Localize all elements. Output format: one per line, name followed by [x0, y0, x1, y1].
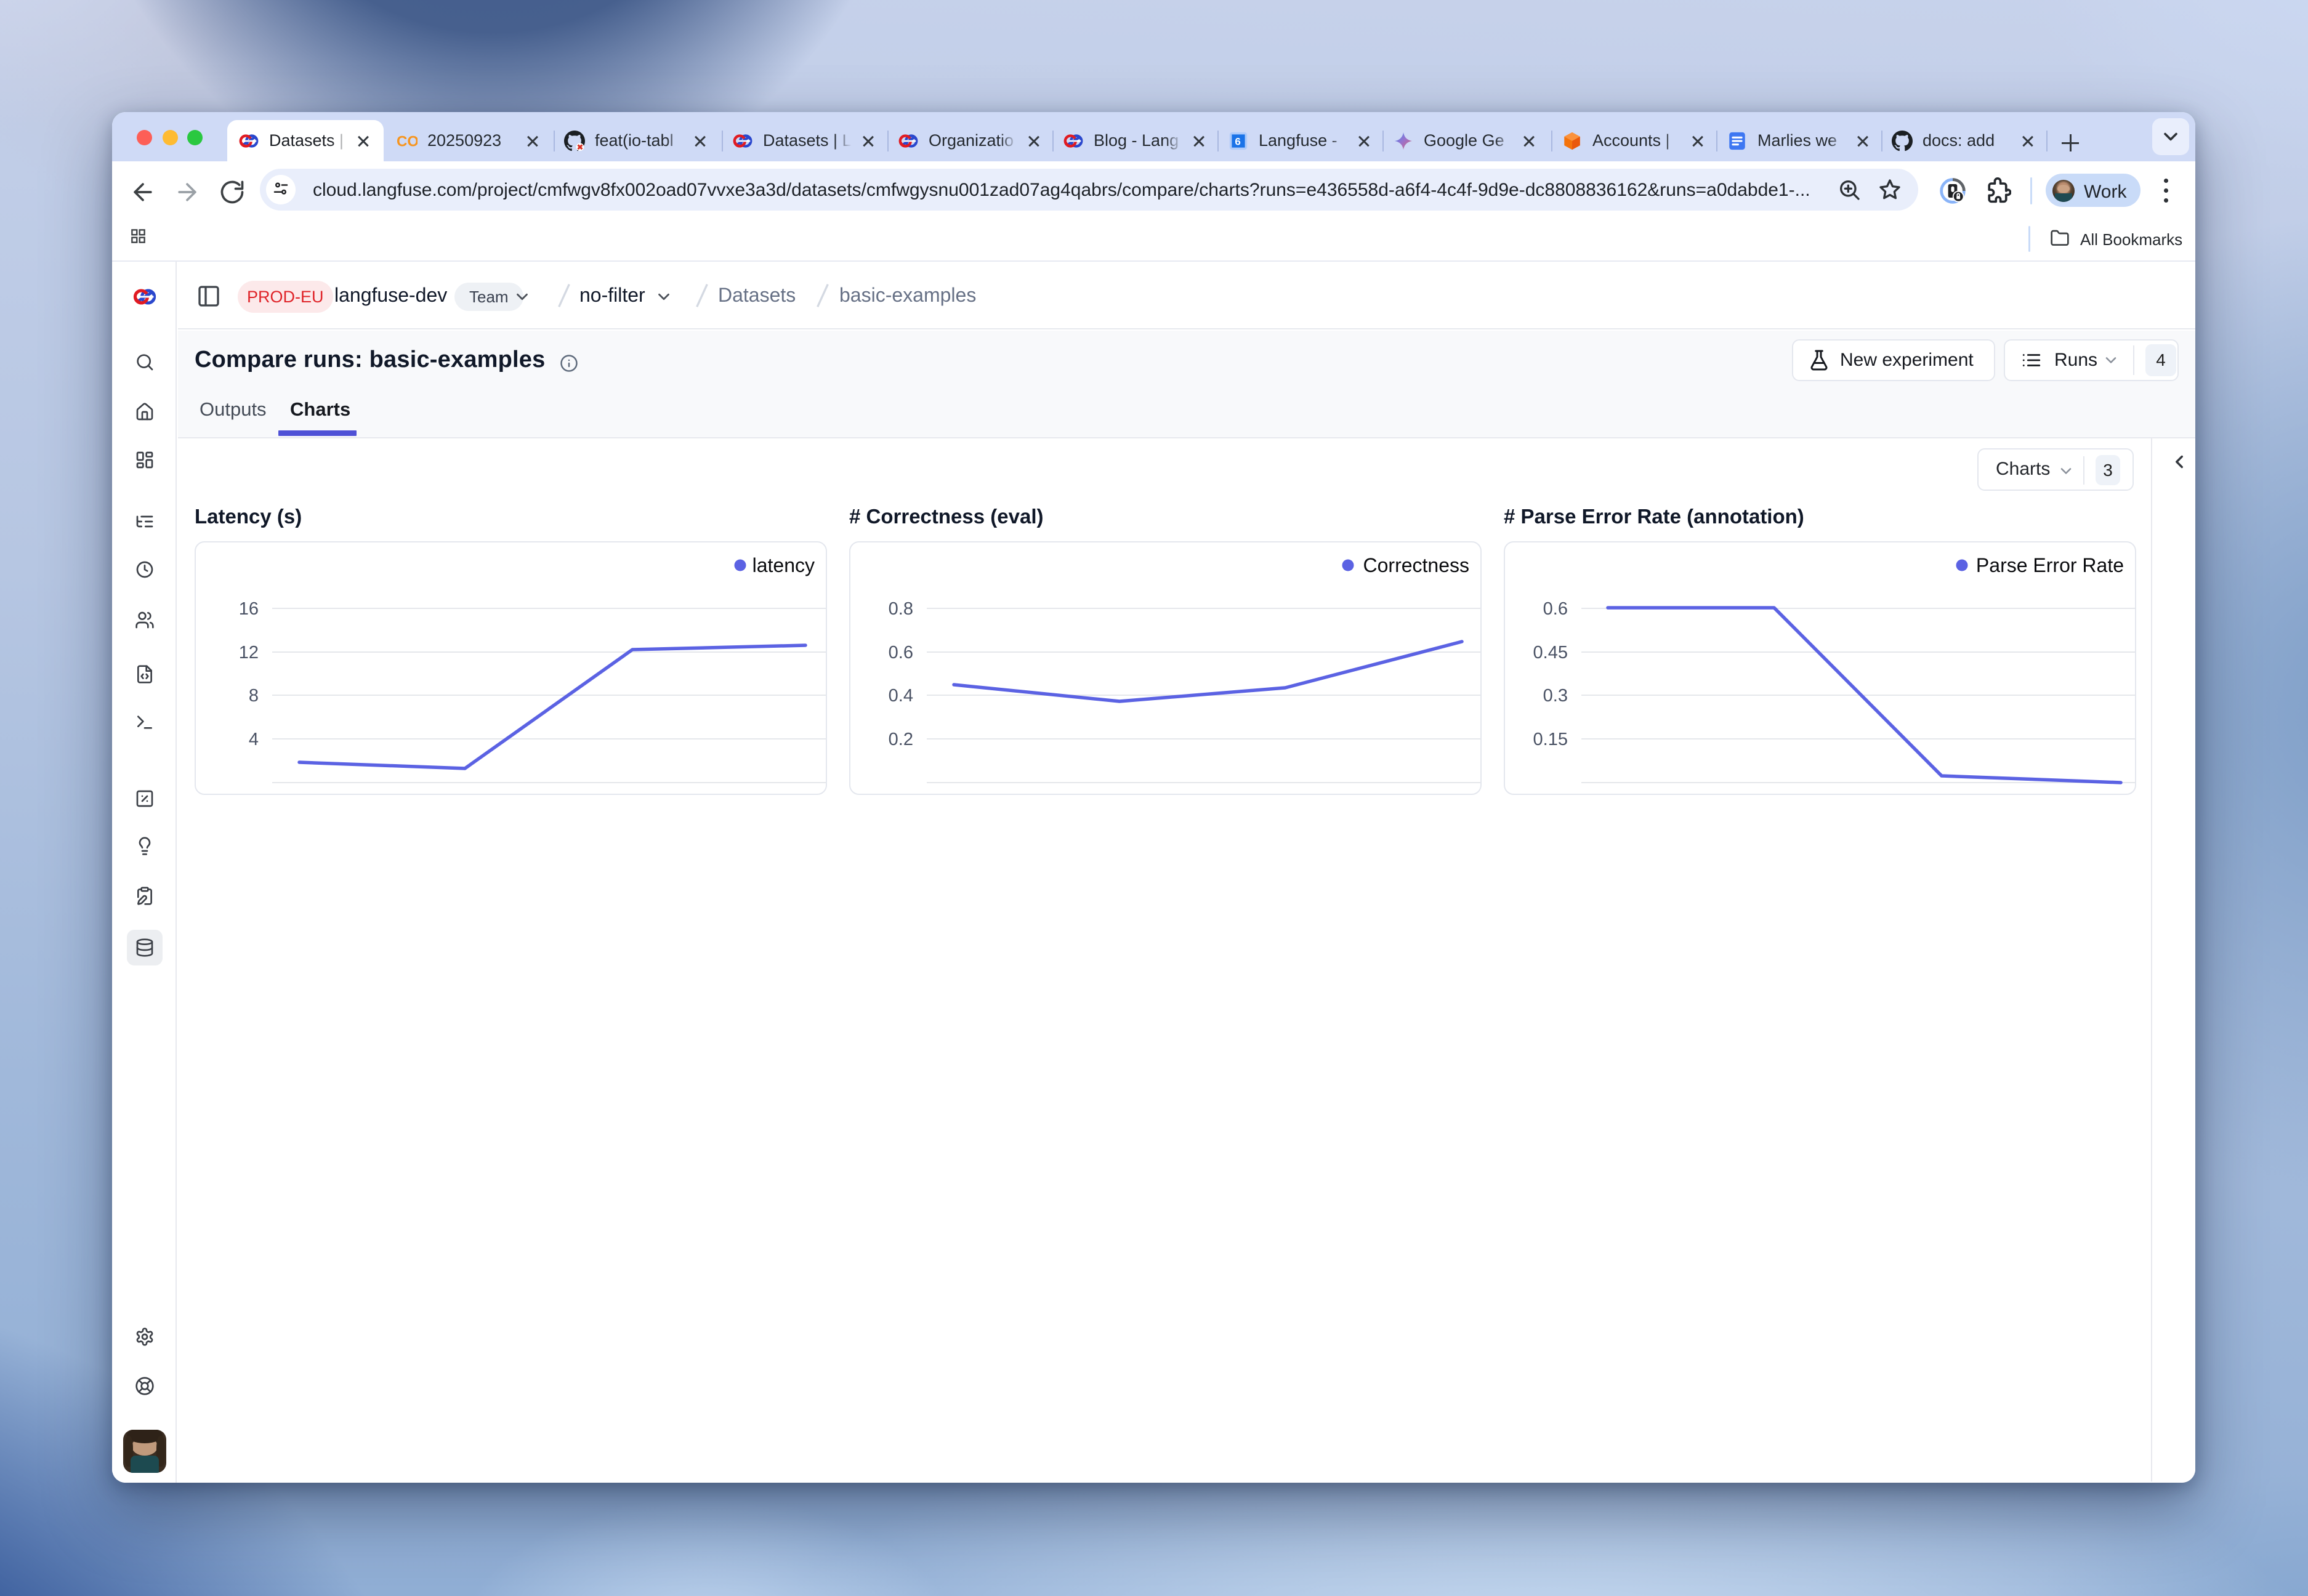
svg-text:16: 16: [239, 599, 259, 619]
svg-text:0.8: 0.8: [889, 599, 913, 619]
svg-text:0.4: 0.4: [889, 686, 913, 706]
svg-text:4: 4: [249, 730, 259, 749]
svg-text:0.45: 0.45: [1533, 643, 1568, 663]
svg-text:latency: latency: [753, 554, 815, 576]
svg-text:12: 12: [239, 643, 259, 663]
svg-text:0.15: 0.15: [1533, 730, 1568, 749]
svg-text:0.3: 0.3: [1543, 686, 1568, 706]
svg-text:0.2: 0.2: [889, 730, 913, 749]
svg-text:Correctness: Correctness: [1363, 554, 1470, 576]
svg-text:0.6: 0.6: [1543, 599, 1568, 619]
svg-text:8: 8: [249, 686, 259, 706]
svg-text:Parse Error Rate: Parse Error Rate: [1976, 554, 2124, 576]
svg-text:0.6: 0.6: [889, 643, 913, 663]
